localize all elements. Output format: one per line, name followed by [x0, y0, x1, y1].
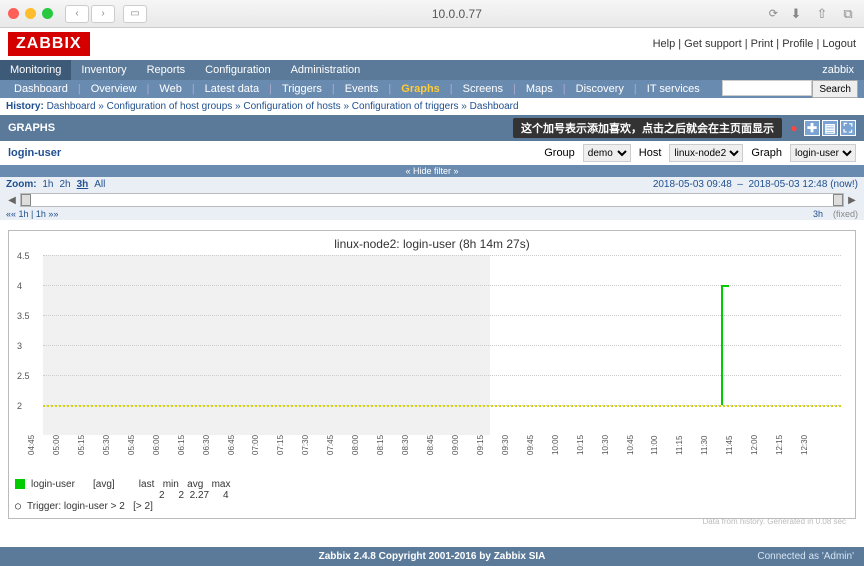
trigger-line	[43, 405, 841, 407]
minimize-icon[interactable]	[25, 8, 36, 19]
maximize-icon[interactable]	[42, 8, 53, 19]
slider-left-icon[interactable]: ◀	[6, 195, 18, 206]
slider-track[interactable]	[20, 193, 844, 207]
main-menu: Monitoring Inventory Reports Configurati…	[0, 60, 864, 80]
submenu-screens[interactable]: Screens	[455, 80, 511, 98]
sidebar-button[interactable]: ▭	[123, 5, 147, 23]
group-select[interactable]: demo	[583, 144, 631, 162]
nav-left[interactable]: «« 1h | 1h »»	[6, 209, 58, 219]
tabs-icon[interactable]: ⧉	[840, 6, 856, 22]
menu-monitoring[interactable]: Monitoring	[0, 60, 71, 80]
chart-legend: login-user [avg] last min avg max 2 2 2.…	[15, 479, 849, 512]
submenu-events[interactable]: Events	[337, 80, 387, 98]
history-link[interactable]: Dashboard	[470, 101, 519, 112]
history-link[interactable]: Configuration of host groups	[107, 101, 233, 112]
submenu-latest[interactable]: Latest data	[197, 80, 267, 98]
nav-duration: 3h	[813, 209, 823, 219]
page-title: login-user	[8, 147, 61, 159]
range-from: 2018-05-03 09:48	[653, 179, 732, 190]
submenu-dashboard[interactable]: Dashboard	[6, 80, 76, 98]
graph-select[interactable]: login-user	[790, 144, 856, 162]
traffic-lights	[8, 8, 53, 19]
section-title: GRAPHS	[8, 122, 55, 134]
slider-right-icon[interactable]: ▶	[846, 195, 858, 206]
download-icon[interactable]: ⬇	[788, 6, 804, 22]
hide-filter-toggle[interactable]: « Hide filter »	[0, 165, 864, 177]
nav-fixed: (fixed)	[833, 209, 858, 219]
data-line	[721, 285, 723, 405]
sub-menu: Dashboard| Overview| Web| Latest data| T…	[0, 80, 864, 98]
browser-titlebar: ‹ › ▭ 10.0.0.77 ⟳ ⬇ ⇧ ⧉	[0, 0, 864, 28]
menu-icon[interactable]: ▤	[822, 120, 838, 136]
submenu-graphs[interactable]: Graphs	[393, 80, 448, 98]
share-icon[interactable]: ⇧	[814, 6, 830, 22]
history-link[interactable]: Dashboard	[47, 101, 96, 112]
tooltip: 这个加号表示添加喜欢，点击之后就会在主页面显示	[513, 118, 782, 138]
x-axis: 04:4505:0005:1505:3005:4506:0006:1506:30…	[43, 439, 841, 471]
submenu-triggers[interactable]: Triggers	[274, 80, 330, 98]
chart-plot: 4.5 4 3.5 3 2.5 2	[43, 255, 841, 435]
slider-handle-right[interactable]	[833, 194, 843, 206]
zoom-1h[interactable]: 1h	[42, 179, 53, 190]
close-icon[interactable]	[8, 8, 19, 19]
breadcrumb: History: Dashboard » Configuration of ho…	[0, 98, 864, 115]
legend-color-swatch	[15, 479, 25, 489]
record-icon[interactable]: ●	[786, 120, 802, 136]
zoom-all[interactable]: All	[94, 179, 105, 190]
range-to: 2018-05-03 12:48 (now!)	[748, 179, 858, 190]
time-slider[interactable]: ◀ ▶	[0, 192, 864, 208]
copyright: Zabbix 2.4.8 Copyright 2001-2016 by Zabb…	[8, 551, 856, 562]
submenu-itservices[interactable]: IT services	[639, 80, 708, 98]
fullscreen-icon[interactable]: ⛶	[840, 120, 856, 136]
search-button[interactable]: Search	[812, 80, 858, 98]
graph-label: Graph	[751, 147, 782, 159]
chart-footer-text: Data from history. Generated in 0.08 sec	[703, 517, 846, 526]
host-select[interactable]: linux-node2	[669, 144, 743, 162]
logo: ZABBIX	[8, 32, 90, 56]
zoom-2h[interactable]: 2h	[59, 179, 70, 190]
menu-administration[interactable]: Administration	[281, 60, 371, 80]
submenu-overview[interactable]: Overview	[83, 80, 145, 98]
submenu-web[interactable]: Web	[151, 80, 189, 98]
history-link[interactable]: Configuration of hosts	[243, 101, 340, 112]
back-button[interactable]: ‹	[65, 5, 89, 23]
history-link[interactable]: Configuration of triggers	[352, 101, 459, 112]
page-footer: Zabbix 2.4.8 Copyright 2001-2016 by Zabb…	[0, 547, 864, 566]
menu-reports[interactable]: Reports	[137, 60, 196, 80]
zoom-3h[interactable]: 3h	[77, 179, 89, 190]
header-links[interactable]: Help | Get support | Print | Profile | L…	[653, 38, 856, 50]
favorite-add-icon[interactable]: ✚	[804, 120, 820, 136]
chart-container: linux-node2: login-user (8h 14m 27s) 4.5…	[8, 230, 856, 519]
menu-inventory[interactable]: Inventory	[71, 60, 136, 80]
slider-handle-left[interactable]	[21, 194, 31, 206]
forward-button[interactable]: ›	[91, 5, 115, 23]
reload-icon[interactable]: ⟳	[769, 7, 778, 20]
submenu-discovery[interactable]: Discovery	[568, 80, 632, 98]
chart-title: linux-node2: login-user (8h 14m 27s)	[15, 237, 849, 251]
url-bar[interactable]: 10.0.0.77	[155, 7, 759, 21]
connected-as: Connected as 'Admin'	[757, 551, 854, 562]
current-user: zabbix	[812, 60, 864, 80]
menu-configuration[interactable]: Configuration	[195, 60, 280, 80]
group-label: Group	[544, 147, 575, 159]
host-label: Host	[639, 147, 662, 159]
submenu-maps[interactable]: Maps	[518, 80, 561, 98]
search-input[interactable]	[722, 80, 812, 96]
